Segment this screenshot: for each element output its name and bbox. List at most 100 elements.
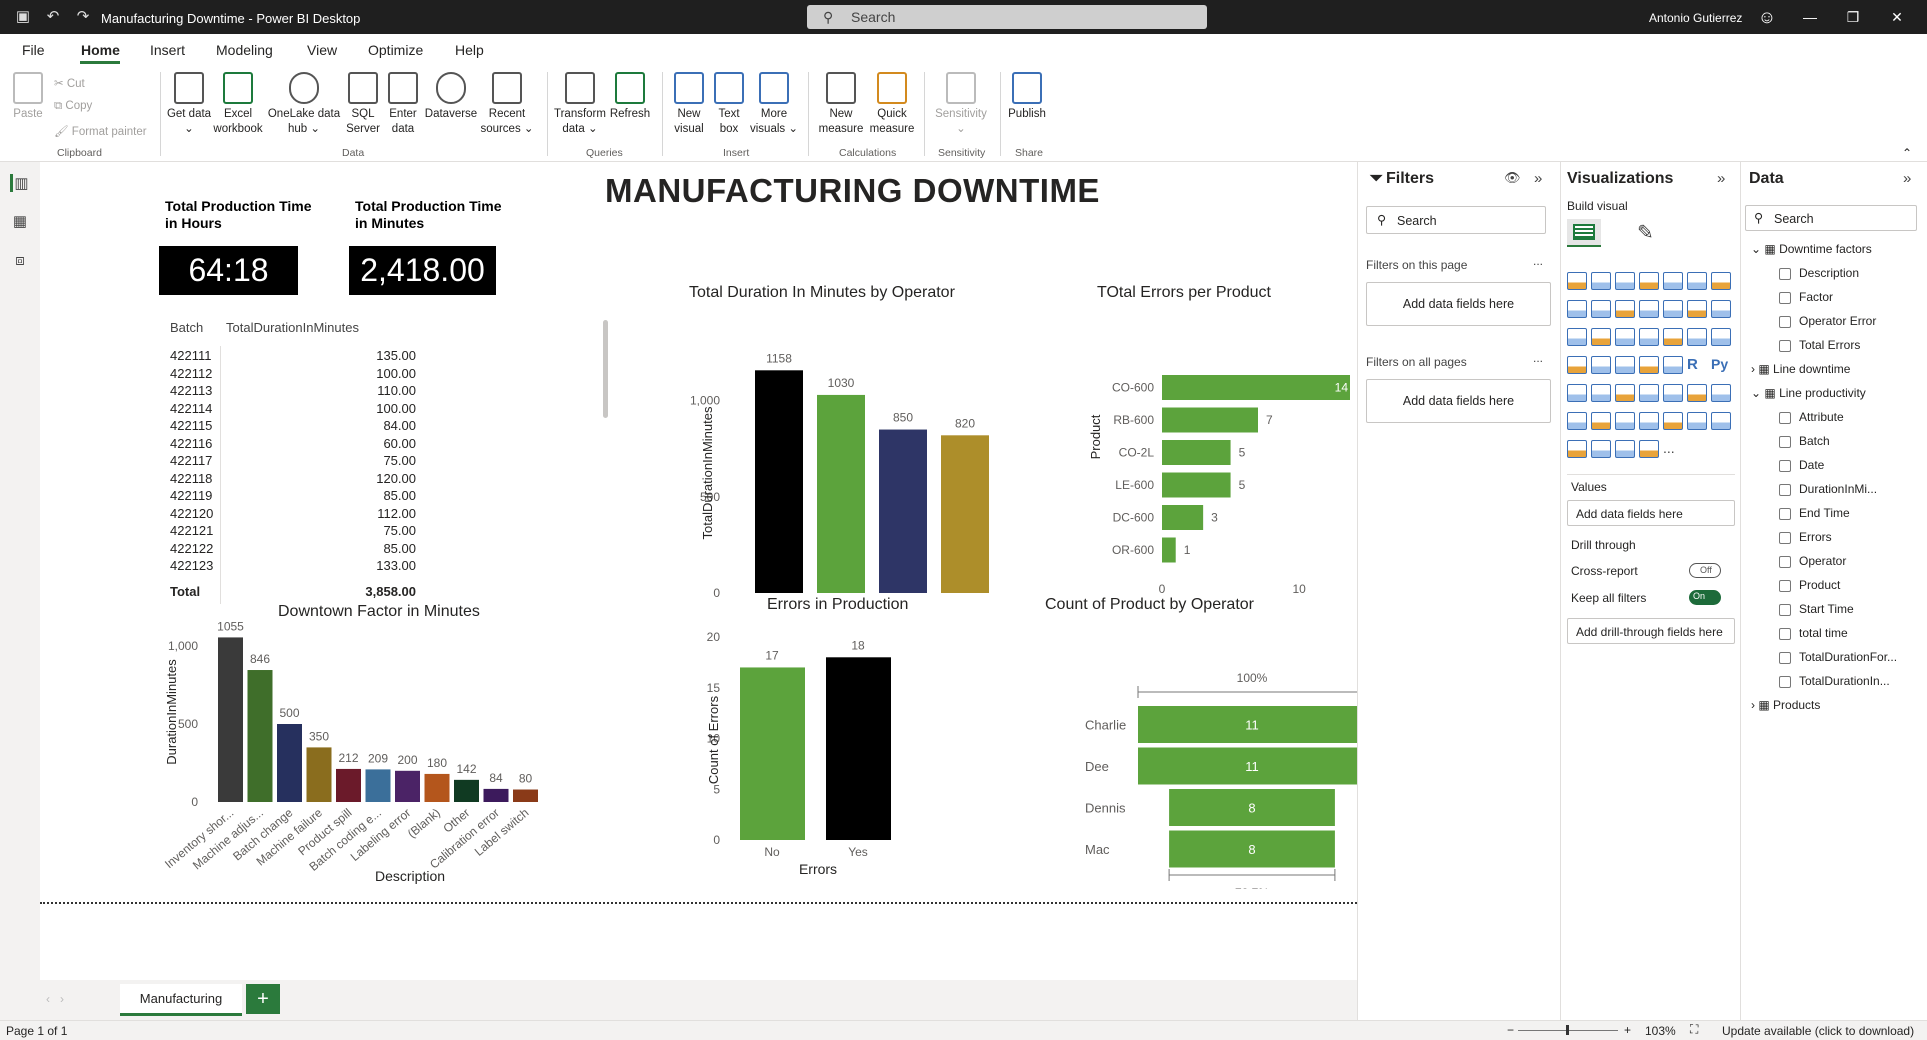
visual-type-icon[interactable] — [1591, 356, 1611, 374]
visual-type-icon[interactable] — [1663, 384, 1683, 402]
visual-type-icon[interactable] — [1639, 300, 1659, 318]
field-item[interactable]: Total Errors — [1779, 338, 1860, 360]
table-row[interactable]: 422118 120.00 — [166, 471, 416, 488]
column-header-batch[interactable]: Batch — [170, 320, 203, 335]
batch-table[interactable]: Batch TotalDurationInMinutes 422111 135.0… — [166, 320, 606, 605]
field-item[interactable]: Product — [1779, 578, 1840, 600]
visual-type-icon[interactable]: Py — [1711, 356, 1731, 374]
visual-type-icon[interactable] — [1567, 384, 1587, 402]
table-row[interactable]: 422115 84.00 — [166, 418, 416, 435]
visual-type-icon[interactable] — [1639, 356, 1659, 374]
table-node[interactable]: ⌄ ▦ Line productivity — [1751, 386, 1866, 408]
build-visual-icon[interactable] — [1567, 219, 1601, 247]
visual-type-icon[interactable] — [1591, 300, 1611, 318]
visual-type-icon[interactable] — [1663, 300, 1683, 318]
get-data-button[interactable]: Get data ⌄ — [166, 70, 212, 137]
visual-type-icon[interactable] — [1639, 412, 1659, 430]
refresh-button[interactable]: Refresh — [607, 70, 653, 122]
recent-sources-button[interactable]: Recent sources ⌄ — [480, 70, 534, 137]
tab-view[interactable]: View — [307, 42, 337, 58]
visual-type-icon[interactable] — [1615, 328, 1635, 346]
format-visual-icon[interactable]: ✎ — [1637, 220, 1654, 245]
bar[interactable] — [1162, 505, 1204, 530]
field-item[interactable]: Factor — [1779, 290, 1833, 312]
bar[interactable] — [1162, 375, 1350, 400]
visual-type-icon[interactable] — [1687, 412, 1707, 430]
visual-type-icon[interactable] — [1567, 440, 1587, 458]
visual-type-icon[interactable] — [1591, 328, 1611, 346]
sql-server-button[interactable]: SQL Server — [342, 70, 384, 137]
table-row[interactable]: 422123 133.00 — [166, 558, 416, 575]
visual-type-icon[interactable] — [1591, 272, 1611, 290]
table-node[interactable]: › ▦ Line downtime — [1751, 362, 1850, 384]
update-notice[interactable]: Update available (click to download) — [1722, 1024, 1914, 1038]
table-row[interactable]: 422111 135.00 — [166, 348, 416, 365]
cross-report-toggle[interactable]: Off — [1689, 563, 1721, 578]
visual-type-icon[interactable] — [1591, 440, 1611, 458]
onelake-button[interactable]: OneLake data hub ⌄ — [266, 70, 342, 137]
new-visual-button[interactable]: New visual — [668, 70, 710, 137]
visual-type-icon[interactable] — [1711, 384, 1731, 402]
filters-search-input[interactable]: ⚲ Search — [1366, 206, 1546, 234]
tab-file[interactable]: File — [22, 42, 45, 58]
publish-button[interactable]: Publish — [1004, 70, 1050, 122]
keep-filters-toggle[interactable]: On — [1689, 590, 1721, 605]
bar[interactable] — [365, 769, 391, 802]
bar[interactable] — [740, 667, 805, 840]
undo-icon[interactable]: ↶ — [42, 7, 64, 27]
bar[interactable] — [336, 768, 361, 802]
visual-type-icon[interactable] — [1567, 272, 1587, 290]
bar[interactable] — [306, 747, 332, 802]
visual-type-icon[interactable] — [1639, 440, 1659, 458]
restore-icon[interactable]: ❐ — [1838, 6, 1868, 28]
bar[interactable] — [454, 779, 479, 802]
values-drop[interactable]: Add data fields here — [1567, 500, 1735, 526]
visual-type-icon[interactable] — [1711, 272, 1731, 290]
data-search-input[interactable]: ⚲ Search — [1745, 205, 1917, 231]
zoom-thumb[interactable] — [1566, 1025, 1569, 1035]
field-item[interactable]: TotalDurationIn... — [1779, 674, 1890, 696]
avatar-icon[interactable]: ☺ — [1752, 6, 1782, 28]
field-item[interactable]: Date — [1779, 458, 1824, 480]
bar[interactable] — [513, 789, 538, 802]
field-checkbox[interactable] — [1779, 579, 1791, 592]
user-name[interactable]: Antonio Gutierrez — [1649, 11, 1742, 25]
visual-type-icon[interactable] — [1639, 272, 1659, 290]
field-item[interactable]: DurationInMi... — [1779, 482, 1877, 504]
visual-type-icon[interactable] — [1711, 412, 1731, 430]
model-view-icon[interactable]: ⧈ — [10, 252, 30, 270]
format-painter-button[interactable]: 🖌 Format painter — [54, 124, 147, 138]
bar[interactable] — [424, 773, 450, 802]
sensitivity-button[interactable]: Sensitivity ⌄ — [930, 70, 992, 137]
visual-type-icon[interactable] — [1567, 412, 1587, 430]
fit-page-icon[interactable]: ⛶ — [1690, 1022, 1698, 1037]
zoom-out-icon[interactable]: − — [1507, 1023, 1514, 1037]
field-item[interactable]: Operator Error — [1779, 314, 1876, 336]
zoom-in-icon[interactable]: + — [1624, 1023, 1631, 1037]
visual-type-icon[interactable] — [1615, 356, 1635, 374]
collapse-viz-icon[interactable]: » — [1717, 170, 1725, 187]
field-checkbox[interactable] — [1779, 315, 1791, 328]
visual-type-icon[interactable] — [1663, 328, 1683, 346]
field-item[interactable]: Operator — [1779, 554, 1846, 576]
field-item[interactable]: Errors — [1779, 530, 1832, 552]
table-node[interactable]: ⌄ ▦ Downtime factors — [1751, 242, 1872, 264]
visual-type-icon[interactable] — [1567, 300, 1587, 318]
visual-type-icon[interactable] — [1615, 412, 1635, 430]
more-visuals-button[interactable]: More visuals ⌄ — [748, 70, 800, 137]
visual-type-icon[interactable] — [1591, 384, 1611, 402]
chart-product-by-operator[interactable]: 100% 11 Charlie 11 Dee 8 Dennis 8 Mac 72.7% — [1030, 614, 1360, 889]
field-item[interactable]: Start Time — [1779, 602, 1854, 624]
column-header-duration[interactable]: TotalDurationInMinutes — [226, 320, 359, 335]
field-checkbox[interactable] — [1779, 531, 1791, 544]
collapse-filters-icon[interactable]: » — [1534, 170, 1542, 187]
visual-type-icon[interactable] — [1663, 356, 1683, 374]
field-checkbox[interactable] — [1779, 675, 1791, 688]
bar[interactable] — [755, 370, 803, 593]
page-tab-manufacturing[interactable]: Manufacturing — [120, 984, 242, 1016]
visual-type-icon[interactable] — [1711, 300, 1731, 318]
new-measure-button[interactable]: New measure — [814, 70, 868, 137]
cut-button[interactable]: ✂ Cut — [54, 76, 85, 90]
visual-type-icon[interactable] — [1615, 272, 1635, 290]
visual-type-icon[interactable] — [1663, 412, 1683, 430]
